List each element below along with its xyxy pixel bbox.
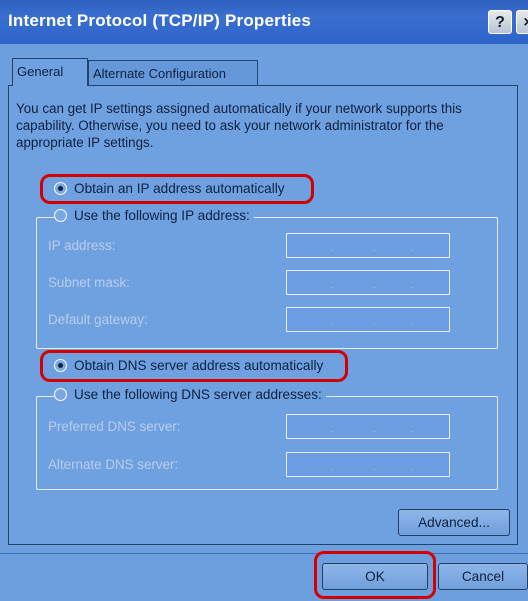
advanced-button[interactable]: Advanced... [398,509,510,536]
preferred-dns-input[interactable]: ... [286,414,450,439]
help-button[interactable]: ? [488,10,512,34]
ip-address-input[interactable]: ... [286,233,450,258]
preferred-dns-label: Preferred DNS server: [48,419,181,434]
radio-obtain-ip-auto[interactable]: Obtain an IP address automatically [54,181,289,196]
radio-unchecked-icon [54,388,67,401]
footer-divider [0,553,528,554]
radio-use-following-ip[interactable]: Use the following IP address: [54,208,254,223]
alternate-dns-input[interactable]: ... [286,452,450,477]
close-button[interactable]: × [516,10,528,34]
intro-text: You can get IP settings assigned automat… [16,101,462,150]
radio-label: Use the following DNS server addresses: [74,387,322,402]
radio-label: Use the following IP address: [74,208,250,223]
default-gateway-input[interactable]: ... [286,307,450,332]
radio-unchecked-icon [54,209,67,222]
title-bar: Internet Protocol (TCP/IP) Properties ? … [0,0,528,44]
radio-checked-icon [54,182,67,195]
dialog-window: Internet Protocol (TCP/IP) Properties ? … [0,0,528,601]
radio-obtain-dns-auto[interactable]: Obtain DNS server address automatically [54,358,328,373]
radio-label: Obtain an IP address automatically [74,181,285,196]
default-gateway-label: Default gateway: [48,312,148,327]
radio-use-following-dns[interactable]: Use the following DNS server addresses: [54,387,326,402]
alternate-dns-label: Alternate DNS server: [48,457,179,472]
radio-label: Obtain DNS server address automatically [74,358,324,373]
window-title: Internet Protocol (TCP/IP) Properties [8,11,312,30]
tab-alternate-configuration[interactable]: Alternate Configuration [88,60,258,86]
subnet-mask-label: Subnet mask: [48,275,130,290]
ok-button[interactable]: OK [322,563,428,590]
cancel-button[interactable]: Cancel [438,563,528,590]
radio-checked-icon [54,359,67,372]
tab-general[interactable]: General [12,58,88,86]
subnet-mask-input[interactable]: ... [286,270,450,295]
ip-address-label: IP address: [48,238,116,253]
